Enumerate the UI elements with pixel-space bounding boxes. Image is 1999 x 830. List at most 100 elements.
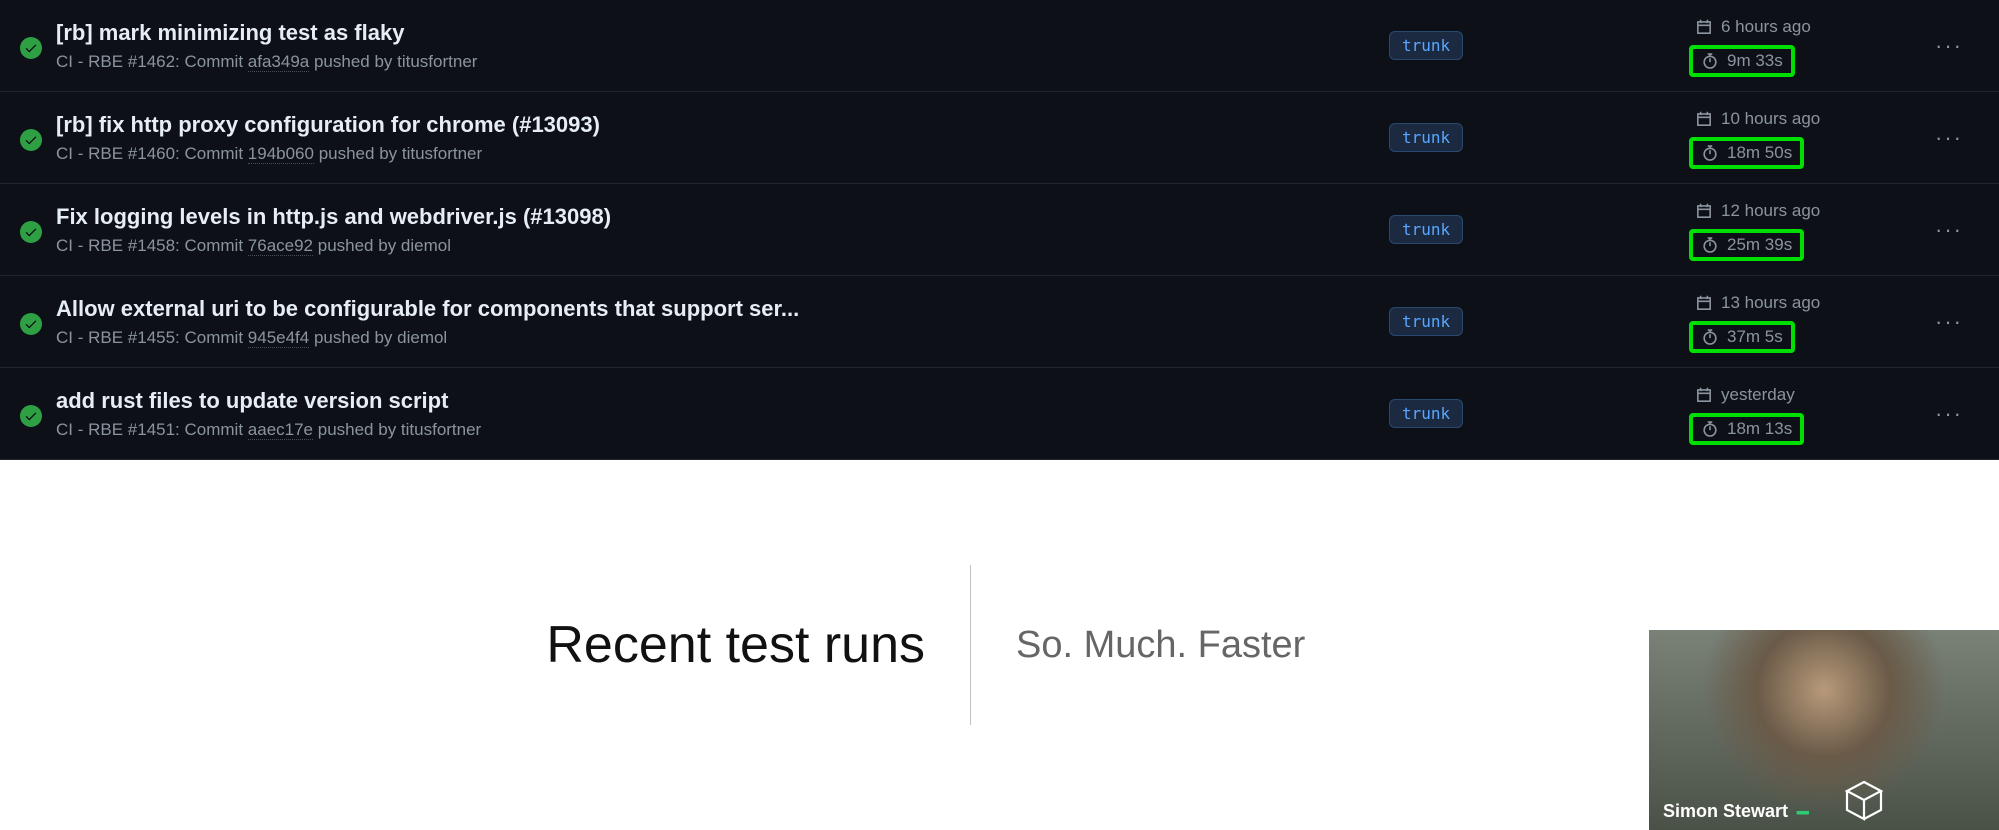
time-col: 10 hours ago 18m 50s (1689, 107, 1919, 169)
branch-badge[interactable]: trunk (1389, 307, 1463, 336)
run-subtitle: CI - RBE #1451: Commit aaec17e pushed by… (56, 420, 1389, 440)
stopwatch-icon (1701, 52, 1719, 70)
success-icon (20, 313, 42, 335)
workflow-prefix: CI - RBE #1455: Commit (56, 328, 248, 347)
calendar-icon (1695, 202, 1713, 220)
duration-text: 9m 33s (1727, 51, 1783, 71)
workflow-prefix: CI - RBE #1460: Commit (56, 144, 248, 163)
commit-hash-link[interactable]: 945e4f4 (248, 328, 309, 348)
run-subtitle: CI - RBE #1462: Commit afa349a pushed by… (56, 52, 1389, 72)
workflow-run-row[interactable]: [rb] mark minimizing test as flaky CI - … (0, 0, 1999, 92)
cube-logo-icon (1839, 776, 1889, 826)
commit-hash-link[interactable]: 194b060 (248, 144, 314, 164)
workflow-prefix: CI - RBE #1458: Commit (56, 236, 248, 255)
run-title[interactable]: [rb] fix http proxy configuration for ch… (56, 112, 1389, 138)
time-col: 6 hours ago 9m 33s (1689, 15, 1919, 77)
branch-col: trunk (1389, 399, 1689, 428)
kebab-menu-button[interactable]: ··· (1929, 303, 1969, 341)
duration-text: 25m 39s (1727, 235, 1792, 255)
run-duration: 18m 50s (1689, 137, 1804, 169)
run-subtitle: CI - RBE #1455: Commit 945e4f4 pushed by… (56, 328, 1389, 348)
branch-badge[interactable]: trunk (1389, 123, 1463, 152)
run-main: [rb] fix http proxy configuration for ch… (56, 112, 1389, 164)
menu-col: ··· (1919, 303, 1979, 341)
run-title[interactable]: Fix logging levels in http.js and webdri… (56, 204, 1389, 230)
workflow-prefix: CI - RBE #1451: Commit (56, 420, 248, 439)
relative-time-text: 10 hours ago (1721, 109, 1820, 129)
menu-col: ··· (1919, 211, 1979, 249)
run-title[interactable]: Allow external uri to be configurable fo… (56, 296, 1389, 322)
run-main: Allow external uri to be configurable fo… (56, 296, 1389, 348)
kebab-menu-button[interactable]: ··· (1929, 395, 1969, 433)
duration-text: 18m 50s (1727, 143, 1792, 163)
stopwatch-icon (1701, 420, 1719, 438)
time-col: yesterday 18m 13s (1689, 383, 1919, 445)
workflow-run-row[interactable]: Allow external uri to be configurable fo… (0, 276, 1999, 368)
menu-col: ··· (1919, 27, 1979, 65)
menu-col: ··· (1919, 395, 1979, 433)
commit-hash-link[interactable]: aaec17e (248, 420, 313, 440)
calendar-icon (1695, 294, 1713, 312)
run-title[interactable]: [rb] mark minimizing test as flaky (56, 20, 1389, 46)
run-main: add rust files to update version script … (56, 388, 1389, 440)
commit-hash-link[interactable]: afa349a (248, 52, 309, 72)
duration-text: 18m 13s (1727, 419, 1792, 439)
status-col (20, 401, 56, 427)
kebab-menu-button[interactable]: ··· (1929, 211, 1969, 249)
relative-time-text: 12 hours ago (1721, 201, 1820, 221)
kebab-menu-button[interactable]: ··· (1929, 119, 1969, 157)
branch-col: trunk (1389, 31, 1689, 60)
pushed-by: pushed by diemol (313, 236, 451, 255)
branch-col: trunk (1389, 215, 1689, 244)
run-relative-time: 13 hours ago (1689, 291, 1826, 315)
run-subtitle: CI - RBE #1460: Commit 194b060 pushed by… (56, 144, 1389, 164)
workflow-prefix: CI - RBE #1462: Commit (56, 52, 248, 71)
calendar-icon (1695, 18, 1713, 36)
success-icon (20, 37, 42, 59)
run-relative-time: 10 hours ago (1689, 107, 1826, 131)
speaker-name: Simon Stewart (1663, 801, 1788, 822)
success-icon (20, 405, 42, 427)
run-duration: 37m 5s (1689, 321, 1795, 353)
run-relative-time: yesterday (1689, 383, 1801, 407)
success-icon (20, 129, 42, 151)
time-col: 12 hours ago 25m 39s (1689, 199, 1919, 261)
stopwatch-icon (1701, 236, 1719, 254)
banner-heading: Recent test runs (60, 615, 970, 675)
pushed-by: pushed by titusfortner (309, 52, 477, 71)
run-subtitle: CI - RBE #1458: Commit 76ace92 pushed by… (56, 236, 1389, 256)
run-title[interactable]: add rust files to update version script (56, 388, 1389, 414)
workflow-run-row[interactable]: Fix logging levels in http.js and webdri… (0, 184, 1999, 276)
status-col (20, 125, 56, 151)
branch-col: trunk (1389, 307, 1689, 336)
run-duration: 25m 39s (1689, 229, 1804, 261)
banner-tagline: So. Much. Faster (971, 624, 1305, 667)
branch-badge[interactable]: trunk (1389, 399, 1463, 428)
relative-time-text: 6 hours ago (1721, 17, 1811, 37)
stopwatch-icon (1701, 144, 1719, 162)
calendar-icon (1695, 110, 1713, 128)
duration-text: 37m 5s (1727, 327, 1783, 347)
workflow-run-row[interactable]: [rb] fix http proxy configuration for ch… (0, 92, 1999, 184)
branch-badge[interactable]: trunk (1389, 215, 1463, 244)
menu-col: ··· (1919, 119, 1979, 157)
branch-badge[interactable]: trunk (1389, 31, 1463, 60)
calendar-icon (1695, 386, 1713, 404)
workflow-run-row[interactable]: add rust files to update version script … (0, 368, 1999, 460)
status-col (20, 33, 56, 59)
success-icon (20, 221, 42, 243)
run-relative-time: 12 hours ago (1689, 199, 1826, 223)
status-col (20, 309, 56, 335)
run-relative-time: 6 hours ago (1689, 15, 1817, 39)
pushed-by: pushed by titusfortner (314, 144, 482, 163)
stopwatch-icon (1701, 328, 1719, 346)
speaker-video-overlay: Simon Stewart ▪▪▪▪ (1649, 630, 1999, 830)
kebab-menu-button[interactable]: ··· (1929, 27, 1969, 65)
audio-level-icon: ▪▪▪▪ (1796, 804, 1808, 820)
relative-time-text: yesterday (1721, 385, 1795, 405)
commit-hash-link[interactable]: 76ace92 (248, 236, 313, 256)
relative-time-text: 13 hours ago (1721, 293, 1820, 313)
time-col: 13 hours ago 37m 5s (1689, 291, 1919, 353)
run-duration: 18m 13s (1689, 413, 1804, 445)
status-col (20, 217, 56, 243)
